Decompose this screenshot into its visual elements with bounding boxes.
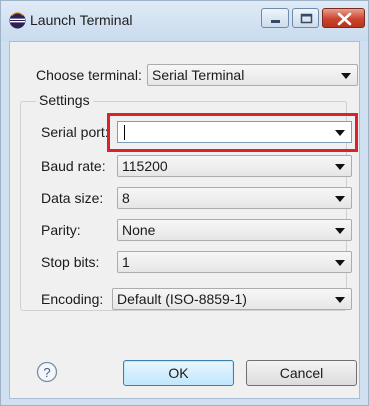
ok-button[interactable]: OK xyxy=(123,360,234,386)
chevron-down-icon xyxy=(335,164,345,170)
data-size-label: Data size: xyxy=(41,190,104,206)
title-bar[interactable]: Launch Terminal xyxy=(1,1,368,41)
chevron-down-icon xyxy=(341,73,351,79)
close-button[interactable] xyxy=(322,8,365,28)
chevron-down-icon xyxy=(335,228,345,234)
baud-rate-select[interactable]: 115200 xyxy=(117,155,352,177)
minimize-button[interactable] xyxy=(261,8,289,28)
data-size-select[interactable]: 8 xyxy=(117,187,352,209)
chevron-down-icon xyxy=(335,196,345,202)
encoding-label: Encoding: xyxy=(41,291,104,307)
chevron-down-icon xyxy=(335,260,345,266)
stop-bits-select[interactable]: 1 xyxy=(117,251,352,273)
stop-bits-label: Stop bits: xyxy=(41,254,100,270)
parity-select[interactable]: None xyxy=(117,219,352,241)
baud-rate-label: Baud rate: xyxy=(41,158,106,174)
help-icon[interactable]: ? xyxy=(36,361,58,383)
encoding-select[interactable]: Default (ISO-8859-1) xyxy=(112,288,352,310)
cancel-button[interactable]: Cancel xyxy=(246,360,357,386)
maximize-button[interactable] xyxy=(292,8,319,28)
chevron-down-icon xyxy=(335,297,345,303)
window-title: Launch Terminal xyxy=(30,12,133,28)
serial-port-label: Serial port: xyxy=(41,124,109,140)
choose-terminal-label: Choose terminal: xyxy=(36,67,142,83)
parity-label: Parity: xyxy=(41,222,81,238)
launch-terminal-dialog: Launch Terminal Choose terminal: Serial … xyxy=(0,0,369,406)
choose-terminal-select[interactable]: Serial Terminal xyxy=(147,64,358,86)
svg-text:?: ? xyxy=(43,365,50,380)
serial-port-highlight xyxy=(107,113,358,152)
eclipse-icon xyxy=(9,12,26,29)
minimize-icon xyxy=(271,20,280,23)
settings-group-title: Settings xyxy=(36,92,93,108)
close-icon xyxy=(337,12,352,26)
maximize-icon xyxy=(300,13,313,24)
